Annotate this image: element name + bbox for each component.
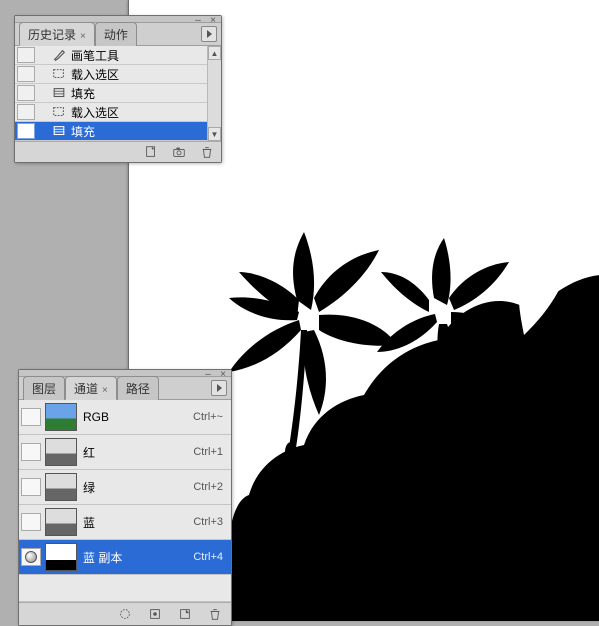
channel-name: 蓝 副本	[83, 549, 193, 566]
selection-icon	[51, 67, 67, 81]
fill-icon	[51, 86, 67, 100]
channel-thumbnail	[45, 543, 77, 571]
tab-history-1[interactable]: 动作	[95, 22, 137, 46]
visibility-toggle-icon[interactable]	[21, 478, 41, 496]
channel-shortcut: Ctrl+3	[193, 516, 223, 528]
channel-item[interactable]: 红Ctrl+1	[19, 435, 231, 470]
new-doc-icon[interactable]	[143, 145, 159, 159]
history-scrollbar[interactable]: ▲ ▼	[207, 46, 221, 141]
save-selection-icon[interactable]	[147, 606, 163, 622]
history-item-label: 载入选区	[71, 104, 207, 121]
tab-close-icon[interactable]: ×	[102, 385, 108, 396]
tab-channels-1[interactable]: 通道 ×	[65, 376, 117, 400]
channel-shortcut: Ctrl+1	[193, 446, 223, 458]
tab-channels-2[interactable]: 路径	[117, 376, 159, 400]
channels-footer	[19, 602, 231, 625]
channel-item[interactable]: 绿Ctrl+2	[19, 470, 231, 505]
trash-icon[interactable]	[199, 145, 215, 159]
history-snapshot-box[interactable]	[17, 85, 35, 101]
history-snapshot-box[interactable]	[17, 123, 35, 139]
visibility-toggle-icon[interactable]	[21, 548, 41, 566]
brush-icon	[51, 48, 67, 62]
tab-label: 图层	[32, 382, 56, 396]
channel-shortcut: Ctrl+~	[193, 411, 223, 423]
channel-item[interactable]: RGBCtrl+~	[19, 400, 231, 435]
visibility-toggle-icon[interactable]	[21, 443, 41, 461]
visibility-toggle-icon[interactable]	[21, 513, 41, 531]
history-footer	[15, 141, 221, 162]
history-item[interactable]: ▶ 填充	[15, 122, 207, 141]
history-snapshot-box[interactable]	[17, 47, 35, 63]
history-snapshot-box[interactable]	[17, 104, 35, 120]
channel-name: 蓝	[83, 514, 193, 531]
fill-icon	[51, 124, 67, 138]
scroll-up-icon[interactable]: ▲	[208, 46, 221, 60]
tab-history-0[interactable]: 历史记录 ×	[19, 22, 95, 46]
history-item-label: 填充	[71, 123, 207, 140]
tab-close-icon[interactable]: ×	[80, 31, 86, 42]
channel-item[interactable]: 蓝 副本Ctrl+4	[19, 540, 231, 575]
history-item-label: 填充	[71, 85, 207, 102]
channel-thumbnail	[45, 473, 77, 501]
channel-shortcut: Ctrl+4	[193, 551, 223, 563]
visibility-toggle-icon[interactable]	[21, 408, 41, 426]
panel-flyout-menu-icon[interactable]	[211, 380, 227, 396]
channels-panel: – × 图层通道×路径 RGBCtrl+~红Ctrl+1绿Ctrl+2蓝Ctrl…	[18, 369, 232, 626]
channel-thumbnail	[45, 438, 77, 466]
selection-icon	[51, 105, 67, 119]
panel-flyout-menu-icon[interactable]	[201, 26, 217, 42]
history-item[interactable]: 画笔工具	[15, 46, 207, 65]
tab-label: 通道	[74, 382, 98, 396]
history-tab-row: 历史记录 × 动作	[15, 23, 221, 46]
history-item[interactable]: 填充	[15, 84, 207, 103]
channel-thumbnail	[45, 403, 77, 431]
trash-icon[interactable]	[207, 606, 223, 622]
channels-list: RGBCtrl+~红Ctrl+1绿Ctrl+2蓝Ctrl+3蓝 副本Ctrl+4	[19, 400, 231, 575]
channel-thumbnail	[45, 508, 77, 536]
tab-label: 动作	[104, 28, 128, 42]
channels-tab-row: 图层 通道 × 路径	[19, 377, 231, 400]
history-list: 画笔工具载入选区填充载入选区▶填充	[15, 46, 221, 141]
history-item-label: 载入选区	[71, 66, 207, 83]
history-item[interactable]: 载入选区	[15, 103, 207, 122]
camera-icon[interactable]	[171, 145, 187, 159]
history-state-marker-icon: ▶	[37, 126, 51, 137]
channel-name: 绿	[83, 479, 193, 496]
channel-name: RGB	[83, 410, 193, 424]
history-item-label: 画笔工具	[71, 47, 207, 64]
history-snapshot-box[interactable]	[17, 66, 35, 82]
scroll-down-icon[interactable]: ▼	[208, 127, 221, 141]
new-channel-icon[interactable]	[177, 606, 193, 622]
tab-channels-0[interactable]: 图层	[23, 376, 65, 400]
tab-label: 历史记录	[28, 28, 76, 42]
channel-name: 红	[83, 444, 193, 461]
channels-empty-area	[19, 575, 231, 602]
history-item[interactable]: 载入选区	[15, 65, 207, 84]
tab-label: 路径	[126, 382, 150, 396]
channel-item[interactable]: 蓝Ctrl+3	[19, 505, 231, 540]
history-panel: – × 历史记录×动作 画笔工具载入选区填充载入选区▶填充 ▲ ▼	[14, 15, 222, 163]
channel-shortcut: Ctrl+2	[193, 481, 223, 493]
load-selection-icon[interactable]	[117, 606, 133, 622]
